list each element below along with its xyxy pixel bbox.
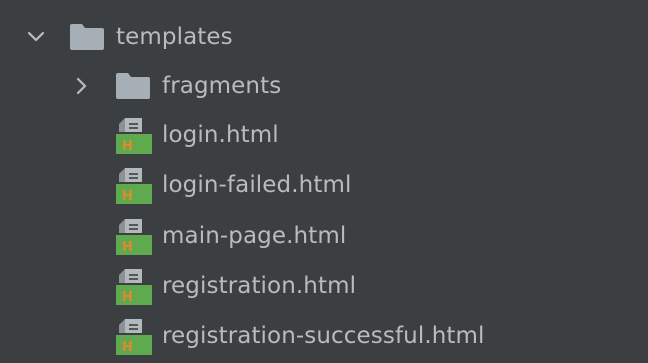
tree-item-label: fragments [162, 73, 282, 99]
svg-text:H: H [122, 290, 133, 305]
folder-icon [116, 73, 150, 99]
tree-row-main-page-html[interactable]: H main-page.html [0, 211, 648, 261]
project-file-tree: templates fragments H login.html H login… [0, 0, 648, 363]
svg-text:H: H [122, 340, 133, 355]
svg-text:H: H [122, 139, 133, 154]
tree-item-label: templates [116, 24, 233, 50]
tree-row-fragments[interactable]: fragments [0, 61, 648, 111]
svg-text:H: H [122, 189, 133, 204]
html-file-icon: H [116, 219, 152, 255]
tree-item-label: main-page.html [162, 223, 347, 249]
html-file-icon: H [116, 118, 152, 154]
svg-text:H: H [122, 240, 133, 255]
tree-item-label: login-failed.html [162, 172, 352, 198]
html-file-icon: H [116, 168, 152, 204]
tree-item-label: registration.html [162, 273, 357, 299]
chevron-right-icon[interactable] [73, 77, 91, 95]
tree-item-label: login.html [162, 122, 279, 148]
tree-row-login-html[interactable]: H login.html [0, 110, 648, 160]
html-file-icon: H [116, 319, 152, 355]
tree-row-registration-html[interactable]: H registration.html [0, 261, 648, 311]
folder-icon [70, 24, 104, 50]
tree-row-templates[interactable]: templates [0, 12, 648, 62]
tree-item-label: registration-successful.html [162, 323, 485, 349]
html-file-icon: H [116, 269, 152, 305]
chevron-down-icon[interactable] [27, 28, 45, 46]
tree-row-login-failed-html[interactable]: H login-failed.html [0, 160, 648, 210]
tree-row-registration-successful-html[interactable]: H registration-successful.html [0, 311, 648, 361]
